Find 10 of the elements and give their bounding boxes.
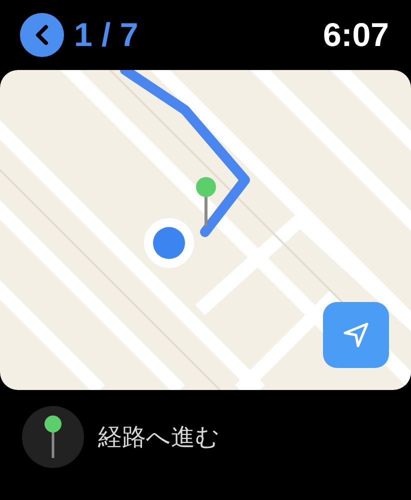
navigation-arrow-icon: [342, 321, 370, 349]
directions-label[interactable]: 経路へ進む: [98, 421, 220, 453]
locate-button[interactable]: [323, 302, 389, 368]
location-dot-icon: [143, 217, 195, 269]
clock-time: 6:07: [322, 16, 389, 54]
page-counter: 1 / 7: [74, 16, 138, 54]
back-button[interactable]: [20, 13, 64, 57]
chevron-left-icon: [34, 24, 50, 46]
map-pin-icon: [43, 415, 63, 459]
map-pin-icon: [195, 176, 217, 228]
